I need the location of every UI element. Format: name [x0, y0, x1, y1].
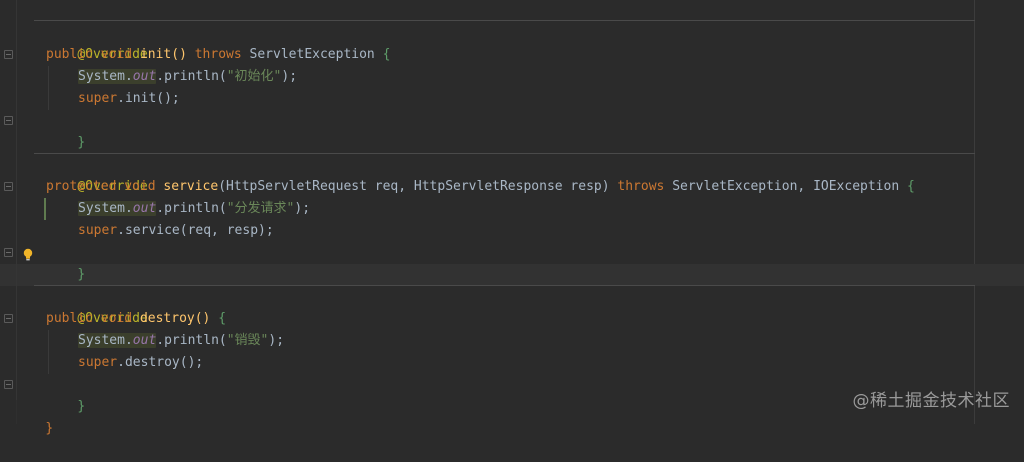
modifier-keyword: protected	[46, 179, 117, 194]
statement-end: );	[268, 333, 285, 348]
annotation-line[interactable]: @Override	[46, 154, 147, 194]
method-name: init	[139, 47, 172, 62]
method-signature[interactable]: public void destroy() {	[46, 308, 226, 330]
statement-line[interactable]: super.destroy();	[78, 352, 203, 374]
open-brace: {	[382, 47, 391, 62]
class-ref: System.out	[78, 201, 157, 216]
modifier-keyword: public	[46, 47, 93, 62]
method-separator	[34, 20, 975, 21]
exception-list: ServletException, IOException	[672, 179, 900, 194]
fold-marker-icon[interactable]	[4, 380, 13, 389]
right-margin-guide	[974, 0, 975, 424]
super-keyword: super	[78, 91, 118, 106]
class-ref: System.out	[78, 69, 157, 84]
return-type: void	[100, 47, 133, 62]
method-signature[interactable]: public void init() throws ServletExcepti…	[46, 44, 390, 66]
current-line-highlight	[0, 264, 1024, 286]
lightbulb-icon[interactable]	[22, 248, 34, 262]
method-params: (HttpServletRequest req, HttpServletResp…	[218, 179, 610, 194]
fold-marker-icon[interactable]	[4, 50, 13, 59]
class-name: System	[78, 69, 125, 84]
class-close-brace: }	[45, 421, 54, 436]
method-signature[interactable]: protected void service(HttpServletReques…	[46, 176, 915, 198]
method-call: .destroy();	[117, 355, 204, 370]
class-name: System	[78, 333, 125, 348]
statement-line[interactable]: super.init();	[78, 88, 180, 110]
class-ref: System.out	[78, 333, 157, 348]
fold-marker-icon[interactable]	[4, 116, 13, 125]
statement-end: );	[294, 201, 311, 216]
throws-keyword: throws	[194, 47, 242, 62]
method-separator	[34, 153, 975, 154]
open-brace: {	[218, 311, 227, 326]
watermark: @稀土掘金技术社区	[852, 391, 1010, 411]
throws-keyword: throws	[617, 179, 665, 194]
method-call: .println(	[156, 333, 227, 348]
statement-line[interactable]: super.service(req, resp);	[78, 220, 274, 242]
statement-line[interactable]: System.out.println("初始化");	[78, 66, 297, 88]
editor-gutter[interactable]	[0, 0, 40, 424]
exception-list: ServletException	[249, 47, 375, 62]
method-name: service	[163, 179, 219, 194]
closing-brace-line[interactable]: }	[46, 110, 85, 150]
string-literal: "分发请求"	[226, 201, 295, 216]
fold-marker-icon[interactable]	[4, 182, 13, 191]
method-call: .println(	[156, 69, 227, 84]
field-ref: out	[132, 69, 157, 84]
method-call: .service(req, resp);	[117, 223, 274, 238]
close-brace: }	[77, 399, 86, 414]
field-ref: out	[132, 333, 157, 348]
indent-guide	[16, 0, 17, 400]
annotation-line[interactable]: @Override	[46, 286, 147, 326]
statement-line[interactable]: System.out.println("销毁");	[78, 330, 284, 352]
method-call: .println(	[156, 201, 227, 216]
close-brace: }	[77, 267, 86, 282]
method-separator	[34, 285, 975, 286]
string-literal: "销毁"	[226, 333, 269, 348]
fold-marker-icon[interactable]	[4, 314, 13, 323]
closing-brace-line[interactable]: }	[46, 374, 85, 414]
closing-brace-line[interactable]: }	[46, 242, 85, 282]
class-closing-brace-line[interactable]: }	[14, 396, 53, 436]
statement-line[interactable]: System.out.println("分发请求");	[78, 198, 310, 220]
string-literal: "初始化"	[226, 69, 282, 84]
code-editor[interactable]: @Override public void init() throws Serv…	[0, 0, 1024, 436]
fold-marker-icon[interactable]	[4, 248, 13, 257]
annotation-line[interactable]: @Override	[46, 22, 147, 62]
open-brace: {	[907, 179, 915, 194]
modifier-keyword: public	[46, 311, 93, 326]
class-name: System	[78, 201, 125, 216]
statement-end: );	[281, 69, 298, 84]
method-params: ()	[171, 47, 187, 62]
super-keyword: super	[78, 355, 118, 370]
field-ref: out	[132, 201, 157, 216]
method-call: .init();	[117, 91, 180, 106]
return-type: void	[100, 311, 133, 326]
close-brace: }	[77, 135, 86, 150]
return-type: void	[124, 179, 156, 194]
method-params: ()	[194, 311, 211, 326]
method-name: destroy	[139, 311, 195, 326]
super-keyword: super	[78, 223, 118, 238]
